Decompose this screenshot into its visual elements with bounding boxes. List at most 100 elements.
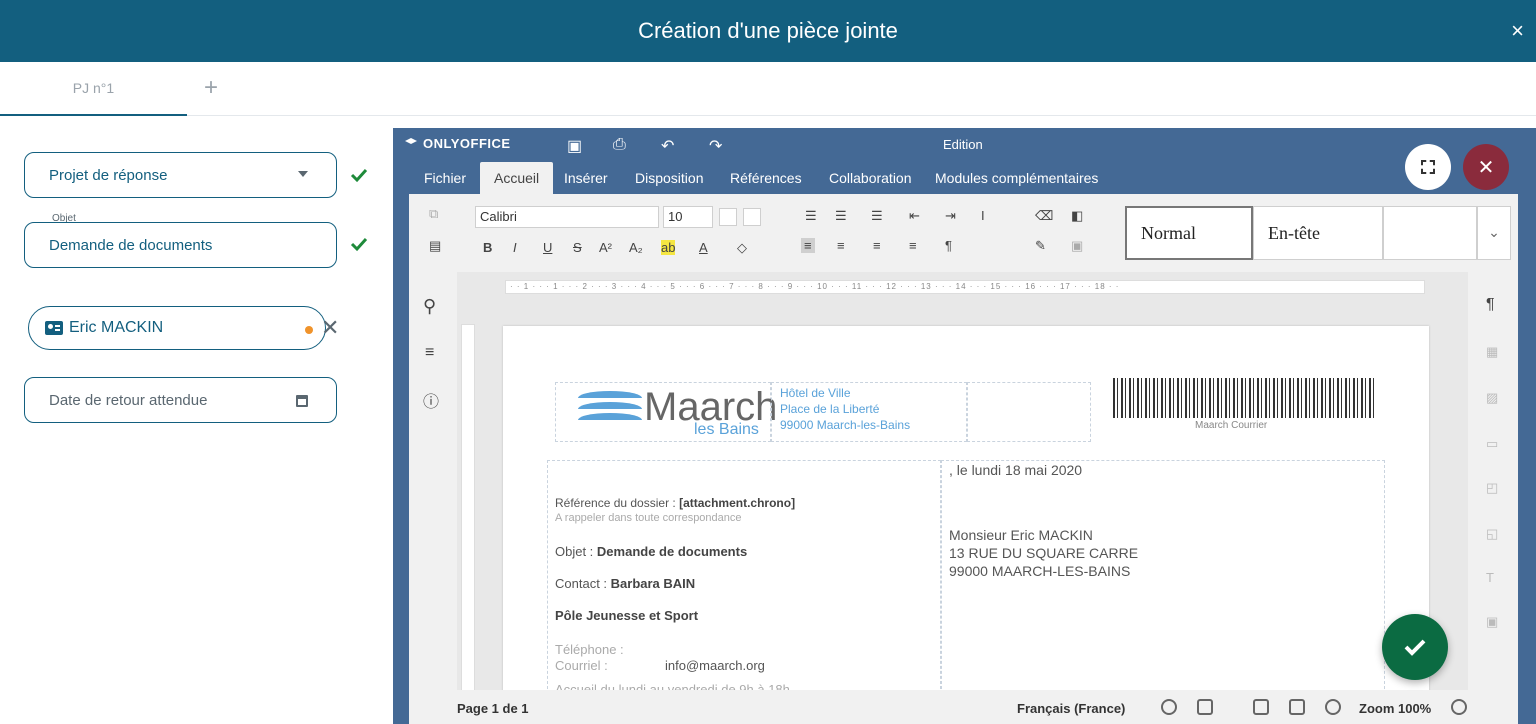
ref-label: Référence du dossier :	[555, 496, 680, 510]
navigation-icon[interactable]: ≡	[425, 344, 434, 362]
spellcheck-icon[interactable]	[1197, 699, 1213, 715]
bold-icon[interactable]: B	[483, 240, 492, 255]
fit-width-icon[interactable]	[1289, 699, 1305, 715]
menu-references[interactable]: Références	[730, 162, 802, 194]
ref-line: Référence du dossier : [attachment.chron…	[555, 496, 795, 510]
menu-inserer[interactable]: Insérer	[564, 162, 608, 194]
decrease-indent-icon[interactable]: ⇤	[909, 208, 920, 224]
contact-chip[interactable]: Eric MACKIN ✕	[28, 306, 339, 350]
align-left-icon[interactable]: ≡	[801, 238, 815, 253]
subscript-icon[interactable]: A₂	[629, 240, 643, 255]
calendar-icon[interactable]	[296, 395, 308, 407]
style-empty[interactable]	[1383, 206, 1477, 260]
empty-cell	[967, 382, 1091, 442]
recipient-line-2: 13 RUE DU SQUARE CARRE	[949, 545, 1139, 561]
add-icon[interactable]: +	[204, 74, 218, 102]
signature-settings-icon[interactable]: ▣	[1486, 614, 1498, 630]
remove-icon[interactable]: ✕	[321, 315, 339, 341]
align-center-icon[interactable]: ≡	[837, 238, 845, 253]
highlight-icon[interactable]: ab	[661, 240, 676, 255]
paragraph-icon[interactable]: ¶	[1486, 296, 1495, 314]
copy-style-icon[interactable]: ✎	[1035, 238, 1046, 254]
justify-icon[interactable]: ≡	[909, 238, 917, 253]
modal-header: Création d'une pièce jointe ×	[0, 0, 1536, 62]
menu-disposition[interactable]: Disposition	[635, 162, 703, 194]
fit-page-icon[interactable]	[1253, 699, 1269, 715]
line-spacing-icon[interactable]: I	[981, 208, 985, 223]
opening-hours: Accueil du lundi au vendredi de 9h à 18h	[555, 682, 790, 690]
sender-line-1: Hôtel de Ville	[780, 386, 851, 400]
check-icon	[350, 237, 368, 252]
increase-font-icon[interactable]	[719, 208, 737, 226]
numbering-icon[interactable]: ☰	[835, 208, 847, 224]
save-icon[interactable]: ▣	[567, 136, 582, 156]
recipient-line-3: 99000 MAARCH-LES-BAINS	[949, 563, 1131, 579]
underline-icon[interactable]: U	[543, 240, 552, 255]
fullscreen-icon[interactable]	[1405, 144, 1451, 190]
zoom-in-icon[interactable]	[1451, 699, 1467, 715]
editor-right-panel: ¶ ▦ ▨ ▭ ◰ ◱ T ▣	[1468, 272, 1518, 690]
menu-collaboration[interactable]: Collaboration	[829, 162, 912, 194]
textart-settings-icon[interactable]: T	[1486, 570, 1494, 585]
print-icon[interactable]: ⎙	[613, 136, 626, 154]
paste-icon[interactable]: ▤	[429, 238, 441, 254]
mail-merge-icon[interactable]: ▣	[1071, 238, 1083, 254]
styles-expand-icon[interactable]: ⌄	[1477, 206, 1511, 260]
menu-fichier[interactable]: Fichier	[424, 162, 466, 194]
search-icon[interactable]: ⚲	[423, 296, 436, 317]
font-name-select[interactable]: Calibri	[475, 206, 659, 228]
zoom-out-icon[interactable]	[1325, 699, 1341, 715]
document-page[interactable]: Maarch les Bains Hôtel de Ville Place de…	[503, 326, 1429, 690]
logo-sub-text: les Bains	[694, 421, 759, 438]
shape-settings-icon[interactable]: ◰	[1486, 480, 1498, 496]
menu-accueil[interactable]: Accueil	[480, 162, 554, 194]
multilevel-icon[interactable]: ☰	[871, 208, 883, 224]
editor-close-icon[interactable]: ✕	[1463, 144, 1509, 190]
style-en-tete[interactable]: En-tête	[1253, 206, 1383, 260]
close-icon[interactable]: ×	[1511, 18, 1524, 44]
shading-fill-icon[interactable]: ◧	[1071, 208, 1083, 224]
globe-icon[interactable]	[1161, 699, 1177, 715]
attachment-type-select[interactable]: Projet de réponse	[24, 152, 337, 198]
editor-menu: Fichier Accueil Insérer Disposition Réfé…	[393, 162, 1536, 194]
italic-icon[interactable]: I	[513, 240, 517, 255]
bullets-icon[interactable]: ☰	[805, 208, 817, 224]
recipient-block: Monsieur Eric MACKIN 13 RUE DU SQUARE CA…	[949, 526, 1138, 580]
barcode	[1113, 378, 1377, 418]
increase-indent-icon[interactable]: ⇥	[945, 208, 956, 224]
font-size-select[interactable]: 10	[663, 206, 713, 228]
image-settings-icon[interactable]: ▨	[1486, 390, 1498, 406]
mail-value: info@maarch.org	[665, 658, 765, 673]
shading-icon[interactable]: ◇	[737, 240, 747, 256]
paragraph-marks-icon[interactable]: ¶	[945, 238, 952, 253]
confirm-check-icon[interactable]	[1382, 614, 1448, 680]
doc-contact-label: Contact :	[555, 576, 611, 591]
header-settings-icon[interactable]: ▭	[1486, 436, 1498, 452]
tab-pj-1[interactable]: PJ n°1	[0, 62, 187, 116]
copy-icon[interactable]: ⧉	[429, 206, 438, 222]
vertical-ruler[interactable]	[461, 324, 475, 690]
align-right-icon[interactable]: ≡	[873, 238, 881, 253]
attachment-tabs: PJ n°1 +	[0, 62, 1536, 116]
return-date-input[interactable]: Date de retour attendue	[24, 377, 337, 423]
undo-icon[interactable]: ↶	[661, 136, 674, 156]
info-icon[interactable]: ⓘ	[423, 388, 439, 412]
doc-object-line: Objet : Demande de documents	[555, 544, 747, 559]
menu-modules[interactable]: Modules complémentaires	[935, 162, 1098, 194]
redo-icon[interactable]: ↷	[709, 136, 722, 156]
superscript-icon[interactable]: A²	[599, 240, 612, 255]
decrease-font-icon[interactable]	[743, 208, 761, 226]
language-select[interactable]: Français (France)	[1017, 701, 1125, 716]
clear-style-icon[interactable]: ⌫	[1035, 208, 1053, 224]
font-color-icon[interactable]: A	[699, 240, 708, 255]
horizontal-ruler[interactable]: · · 1 · · · 1 · · · 2 · · · 3 · · · 4 · …	[505, 280, 1425, 294]
strikethrough-icon[interactable]: S	[573, 240, 582, 255]
table-settings-icon[interactable]: ▦	[1486, 344, 1498, 360]
onlyoffice-logo: ONLYOFFICE	[423, 136, 511, 151]
style-normal[interactable]: Normal	[1125, 206, 1253, 260]
chart-settings-icon[interactable]: ◱	[1486, 526, 1498, 542]
object-input[interactable]: Demande de documents	[24, 222, 337, 268]
status-dot	[305, 326, 313, 334]
attachment-modal: Création d'une pièce jointe × PJ n°1 + P…	[0, 0, 1536, 724]
object-input-value: Demande de documents	[49, 236, 213, 254]
